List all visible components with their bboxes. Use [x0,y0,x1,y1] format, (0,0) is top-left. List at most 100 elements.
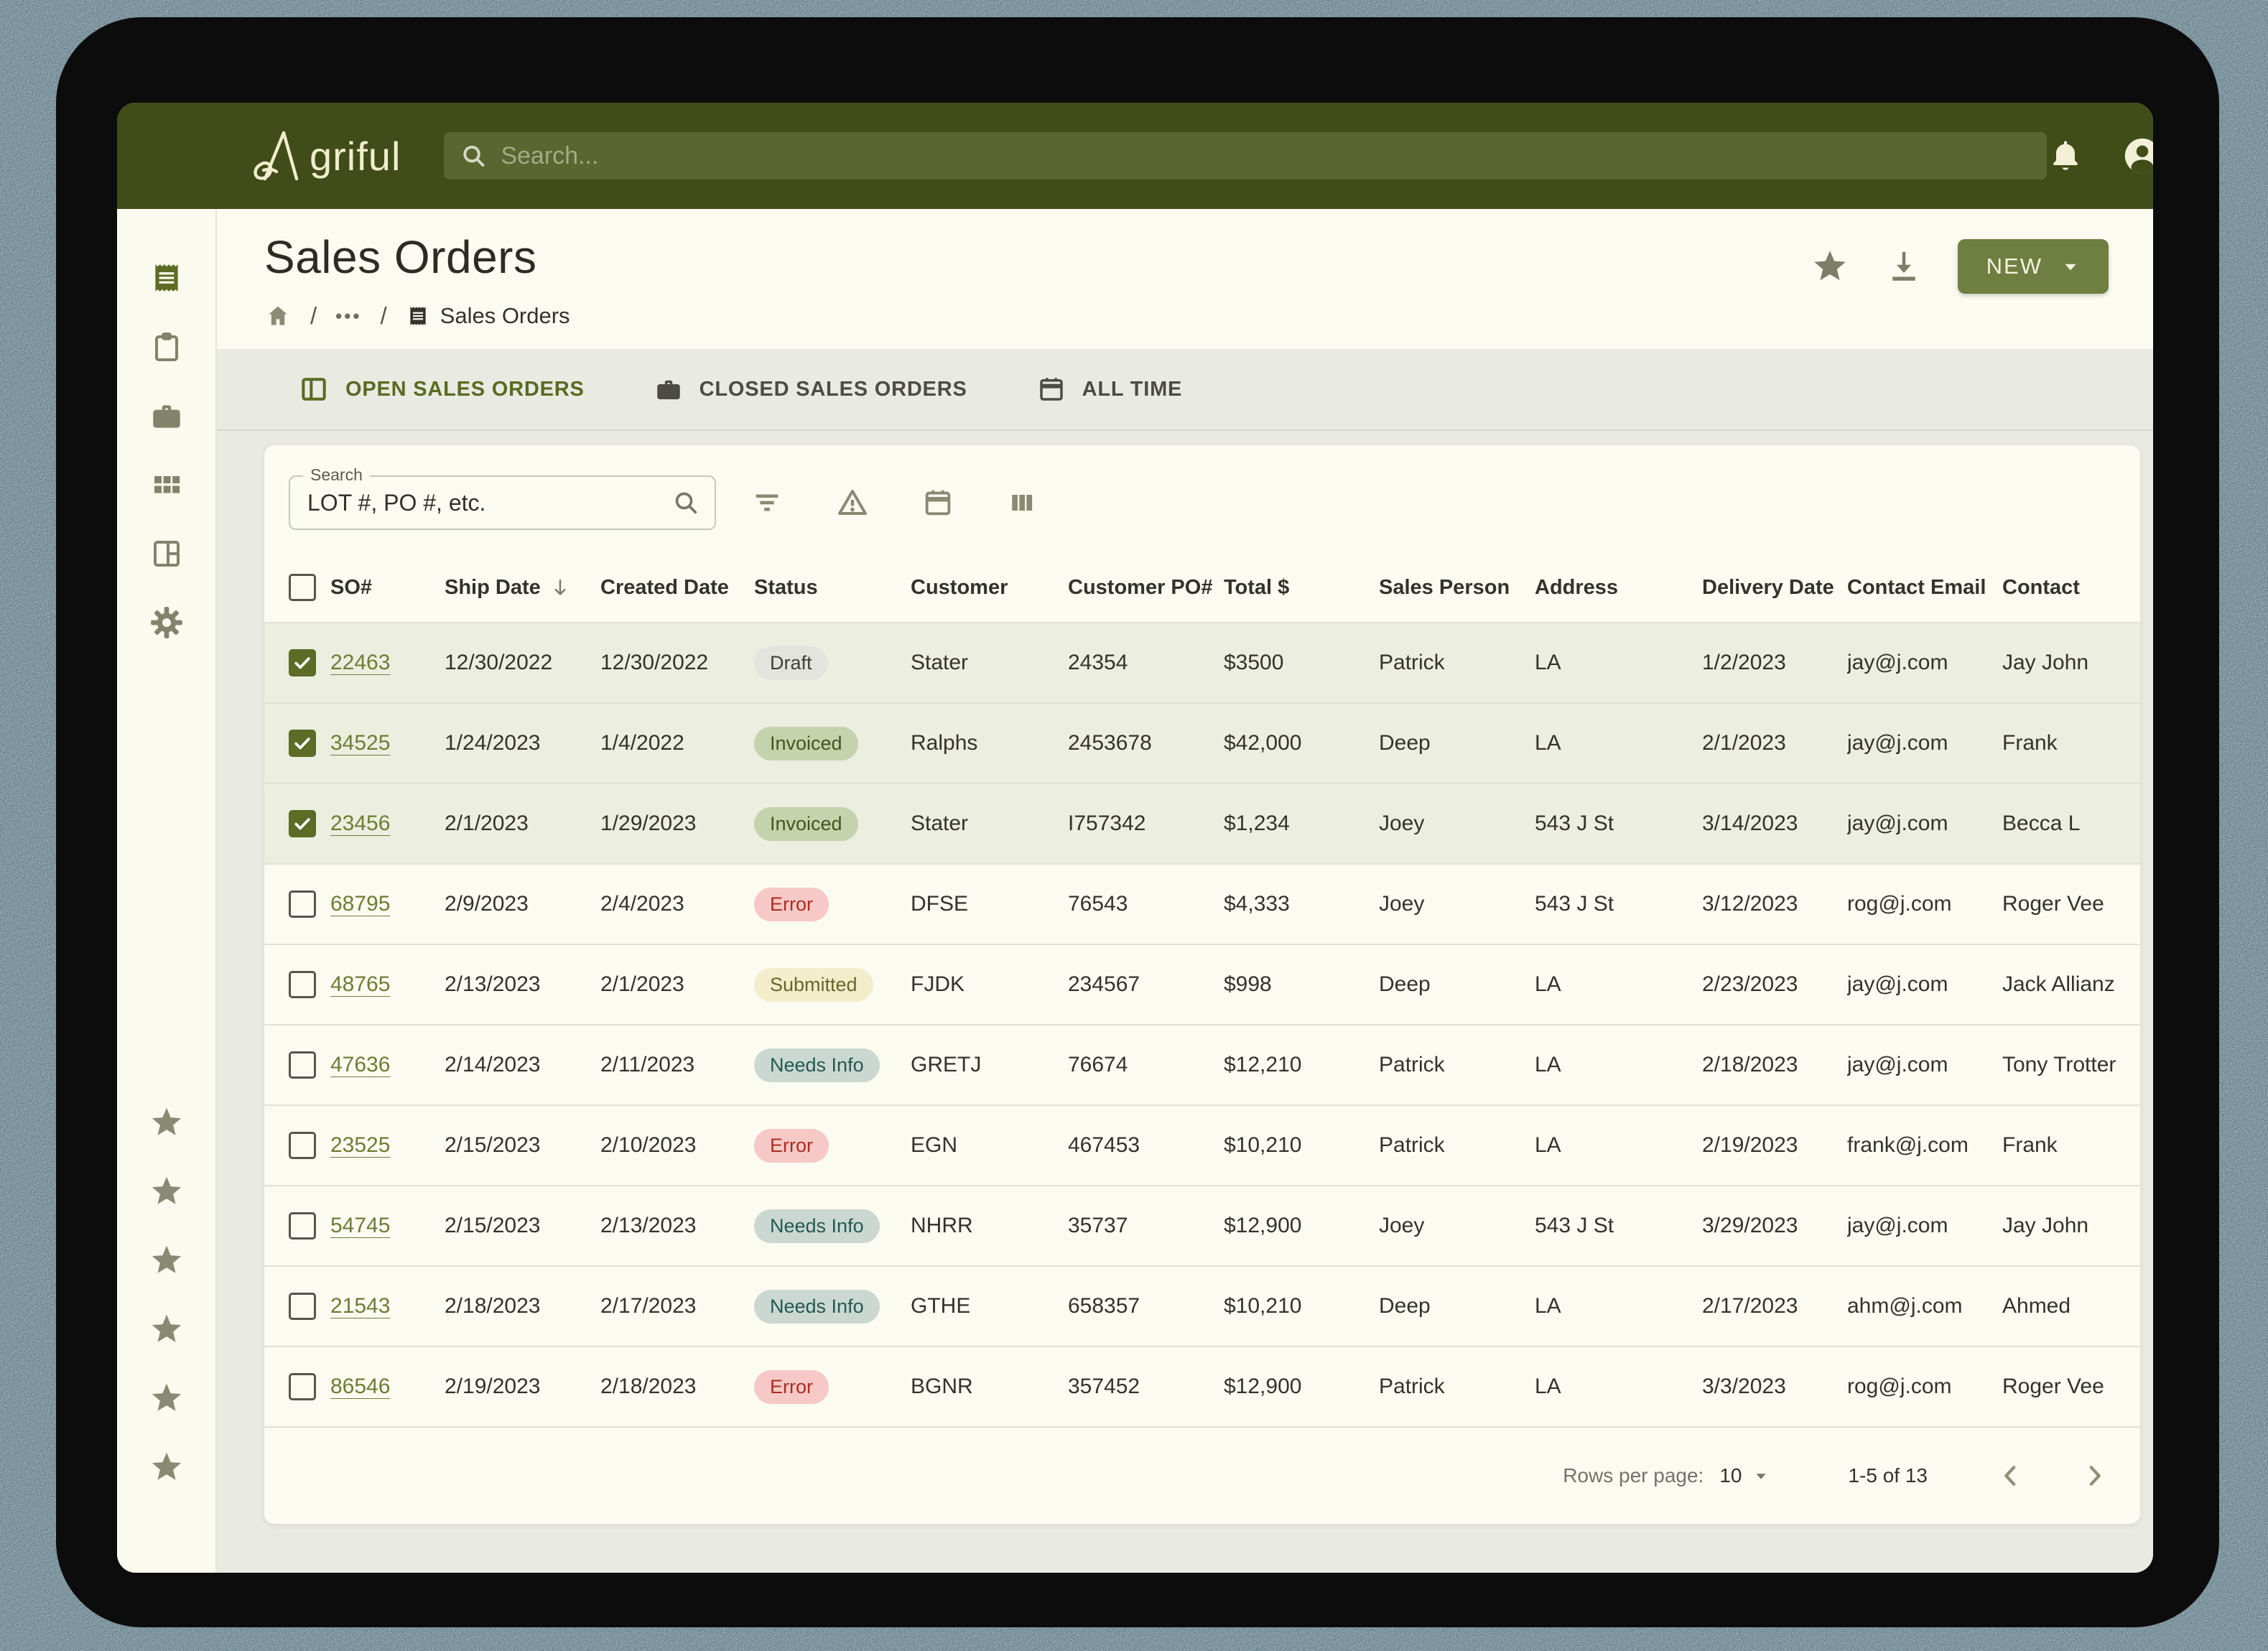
date-range-button[interactable] [921,486,954,519]
new-button[interactable]: NEW [1958,239,2109,294]
favorite-star[interactable] [148,1104,185,1141]
table-row[interactable]: 2246312/30/202212/30/2022DraftStater2435… [264,622,2140,702]
so-number-link[interactable]: 54745 [330,1214,390,1237]
table-row[interactable]: 345251/24/20231/4/2022InvoicedRalphs2453… [264,702,2140,783]
cell-created: 1/4/2022 [600,731,754,755]
table-row[interactable]: 547452/15/20232/13/2023Needs InfoNHRR357… [264,1185,2140,1265]
breadcrumb: / ••• / Sales Orders [264,302,2109,330]
column-header-email[interactable]: Contact Email [1847,576,2002,600]
row-checkbox[interactable] [289,1212,316,1240]
briefcase-icon [654,374,684,404]
sidebar-item-sales-orders[interactable] [148,259,185,297]
table-search-input[interactable] [307,490,671,516]
sidebar-item-apps[interactable] [148,466,185,503]
status-badge: Error [754,1370,829,1404]
row-checkbox[interactable] [289,810,316,837]
cell-contact: Frank [2002,731,2140,755]
download-button[interactable] [1884,247,1923,286]
column-header-delivery[interactable]: Delivery Date [1702,576,1847,600]
cell-sales: Patrick [1379,1133,1535,1158]
favorite-star[interactable] [148,1380,185,1417]
so-number-link[interactable]: 68795 [330,892,390,916]
account-button[interactable] [2121,135,2153,177]
favorite-button[interactable] [1810,246,1850,287]
row-checkbox[interactable] [289,1051,316,1079]
check-icon [292,653,312,673]
so-number-link[interactable]: 48765 [330,972,390,996]
so-number-link[interactable]: 47636 [330,1053,390,1076]
tab-all-time[interactable]: ALL TIME [1036,374,1183,404]
cell-delivery: 1/2/2023 [1702,651,1847,675]
table-row[interactable]: 687952/9/20232/4/2023ErrorDFSE76543$4,33… [264,863,2140,944]
table-row[interactable]: 234562/1/20231/29/2023InvoicedStaterI757… [264,783,2140,863]
cell-sales: Patrick [1379,1375,1535,1399]
global-search-input[interactable] [501,142,2031,170]
column-header-po[interactable]: Customer PO# [1068,576,1224,600]
cell-contact: Ahmed [2002,1294,2140,1319]
cell-ship: 12/30/2022 [445,651,600,675]
table-body: 2246312/30/202212/30/2022DraftStater2435… [264,622,2140,1426]
cell-customer: EGN [911,1133,1068,1158]
notifications-button[interactable] [2047,137,2084,175]
table-row[interactable]: 235252/15/20232/10/2023ErrorEGN467453$10… [264,1104,2140,1185]
table-row[interactable]: 865462/19/20232/18/2023ErrorBGNR357452$1… [264,1346,2140,1426]
sidebar-item-briefcase[interactable] [148,397,185,434]
star-icon [1810,246,1850,287]
row-checkbox[interactable] [289,1293,316,1320]
column-header-address[interactable]: Address [1535,576,1702,600]
so-number-link[interactable]: 34525 [330,731,390,755]
table-row[interactable]: 487652/13/20232/1/2023SubmittedFJDK23456… [264,944,2140,1024]
column-header-contact[interactable]: Contact [2002,576,2140,600]
filter-button[interactable] [750,486,784,519]
so-number-link[interactable]: 23456 [330,811,390,835]
sidebar-item-settings[interactable] [148,604,185,641]
global-search[interactable] [444,132,2047,180]
cell-email: jay@j.com [1847,972,2002,997]
table-row[interactable]: 476362/14/20232/11/2023Needs InfoGRETJ76… [264,1024,2140,1104]
favorite-star[interactable] [148,1242,185,1279]
sidebar-item-clipboard[interactable] [148,328,185,366]
row-checkbox[interactable] [289,971,316,998]
so-number-link[interactable]: 21543 [330,1294,390,1318]
cell-email: jay@j.com [1847,651,2002,675]
so-number-link[interactable]: 22463 [330,651,390,674]
breadcrumb-ellipsis[interactable]: ••• [335,305,361,327]
breadcrumb-current[interactable]: Sales Orders [406,303,570,329]
row-checkbox[interactable] [289,649,316,676]
search-icon[interactable] [671,488,700,517]
cell-created: 1/29/2023 [600,811,754,836]
row-checkbox[interactable] [289,1132,316,1159]
next-page-button[interactable] [2080,1461,2109,1490]
column-header-created[interactable]: Created Date [600,576,754,600]
column-header-status[interactable]: Status [754,576,911,600]
chevron-right-icon [2080,1461,2109,1490]
rows-per-page-select[interactable]: 10 [1719,1464,1769,1487]
previous-page-button[interactable] [1997,1461,2025,1490]
status-badge: Needs Info [754,1209,880,1243]
column-header-total[interactable]: Total $ [1224,576,1379,600]
favorite-star[interactable] [148,1311,185,1348]
apps-grid-icon [149,468,184,502]
home-icon[interactable] [264,302,292,330]
table-search-field[interactable]: Search [289,475,716,530]
row-checkbox[interactable] [289,890,316,918]
cell-created: 2/10/2023 [600,1133,754,1158]
favorite-star[interactable] [148,1173,185,1210]
column-header-so[interactable]: SO# [330,576,445,600]
column-header-ship[interactable]: Ship Date [445,576,600,600]
favorite-star[interactable] [148,1448,185,1486]
sidebar-item-layout[interactable] [148,535,185,572]
tab-open-sales-orders[interactable]: OPEN SALES ORDERS [298,373,585,405]
cell-created: 2/13/2023 [600,1214,754,1238]
warnings-button[interactable] [835,485,870,520]
table-row[interactable]: 215432/18/20232/17/2023Needs InfoGTHE658… [264,1265,2140,1346]
tab-closed-sales-orders[interactable]: CLOSED SALES ORDERS [654,374,967,404]
row-checkbox[interactable] [289,730,316,757]
so-number-link[interactable]: 86546 [330,1375,390,1398]
column-header-customer[interactable]: Customer [911,576,1068,600]
so-number-link[interactable]: 23525 [330,1133,390,1157]
select-all-checkbox[interactable] [289,574,316,601]
row-checkbox[interactable] [289,1373,316,1400]
manage-columns-button[interactable] [1006,487,1038,518]
column-header-sales[interactable]: Sales Person [1379,576,1535,600]
